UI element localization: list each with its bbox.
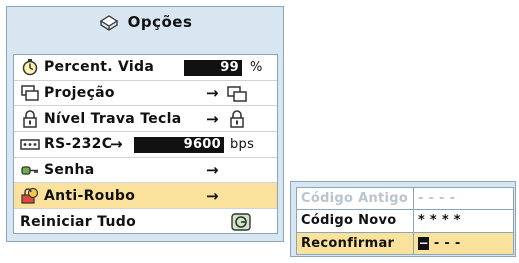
menu-item-password[interactable]: Senha →: [14, 158, 277, 184]
projection-icon: [21, 85, 39, 101]
rs232c-port-icon: [20, 139, 40, 151]
lamp-life-value: 99: [184, 60, 242, 76]
old-code-label: Código Antigo: [296, 186, 414, 211]
key-icon: [21, 166, 38, 175]
menu-title: Opções: [127, 13, 193, 31]
projection-icon: [227, 85, 247, 102]
password-panel: Código Antigo - - - - Código Novo * * * …: [290, 181, 516, 257]
lock-icon: [230, 110, 244, 129]
new-code-row: Código Novo * * * *: [296, 209, 514, 233]
password-table: Código Antigo - - - - Código Novo * * * …: [296, 186, 514, 256]
baud-rate-value: 9600: [134, 137, 224, 154]
baud-rate-unit: bps: [230, 136, 255, 152]
arrow-right-icon: →: [206, 84, 219, 103]
lamp-life-unit: %: [250, 59, 263, 75]
new-code-field[interactable]: * * * *: [413, 209, 514, 233]
reconfirm-label: Reconfirmar: [296, 231, 414, 256]
reset-icon: [231, 213, 251, 231]
reconfirm-value: - - -: [433, 235, 461, 251]
options-icon: [99, 15, 118, 31]
reconfirm-field[interactable]: − - - -: [413, 231, 514, 256]
old-code-row: Código Antigo - - - -: [296, 186, 514, 211]
arrow-right-icon: →: [206, 161, 219, 180]
menu-item-label: Percent. Vida: [44, 59, 155, 76]
menu-item-label: Reiniciar Tudo: [20, 213, 136, 230]
input-cursor: −: [418, 235, 429, 250]
menu-item-reset-all[interactable]: Reiniciar Tudo: [14, 209, 277, 235]
menu-item-label: Senha: [44, 162, 95, 179]
menu-item-lamp-life[interactable]: Percent. Vida 99 %: [14, 55, 277, 81]
arrow-right-icon: →: [206, 109, 219, 128]
menu-item-label: Projeção: [44, 85, 115, 102]
options-menu: Opções Percent. Vida 99 % Projeção → Nív…: [6, 6, 284, 242]
menu-item-rs232c[interactable]: RS-232C → 9600 bps: [14, 132, 277, 158]
menu-item-label: Anti-Roubo: [44, 187, 136, 204]
menu-item-projection[interactable]: Projeção →: [14, 81, 277, 107]
timer-icon: [22, 59, 38, 76]
new-code-label: Código Novo: [296, 209, 414, 233]
arrow-right-icon: →: [206, 186, 219, 205]
menu-item-key-lock[interactable]: Nível Trava Tecla →: [14, 106, 277, 133]
reconfirm-row: Reconfirmar − - - -: [296, 231, 514, 256]
menu-item-anti-theft[interactable]: Anti-Roubo →: [14, 183, 277, 210]
old-code-field[interactable]: - - - -: [413, 186, 514, 211]
menu-list: Percent. Vida 99 % Projeção → Nível Trav…: [13, 54, 278, 234]
menu-item-label: Nível Trava Tecla: [44, 110, 182, 127]
lock-icon: [23, 109, 37, 128]
menu-header: Opções: [7, 7, 283, 37]
menu-item-label: RS-232C: [44, 136, 113, 153]
anti-theft-icon: [21, 187, 39, 204]
arrow-right-icon: →: [110, 135, 123, 154]
